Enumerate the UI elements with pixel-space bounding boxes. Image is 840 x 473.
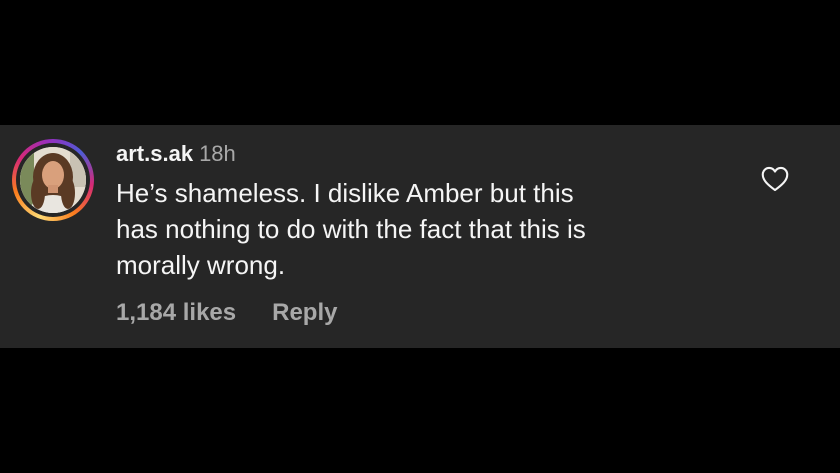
comment-card: art.s.ak 18h He’s shameless. I dislike Am…	[0, 125, 840, 348]
comment-header: art.s.ak 18h	[116, 139, 236, 169]
avatar-photo	[20, 147, 86, 213]
comment-text-line: morally wrong.	[116, 250, 286, 280]
comment-text: He’s shameless. I dislike Amber but this…	[116, 175, 736, 283]
username[interactable]: art.s.ak	[116, 141, 193, 166]
avatar[interactable]	[20, 147, 86, 213]
comment-text-line: has nothing to do with the fact that thi…	[116, 214, 586, 244]
comment-text-line: He’s shameless. I dislike Amber but this	[116, 178, 574, 208]
comment-footer: 1,184 likes Reply	[116, 297, 337, 329]
timestamp: 18h	[199, 141, 236, 166]
screen: art.s.ak 18h He’s shameless. I dislike Am…	[0, 0, 840, 473]
reply-button[interactable]: Reply	[272, 299, 337, 326]
heart-icon[interactable]	[761, 166, 789, 192]
story-ring[interactable]	[12, 139, 94, 221]
likes-count[interactable]: 1,184 likes	[116, 299, 236, 326]
